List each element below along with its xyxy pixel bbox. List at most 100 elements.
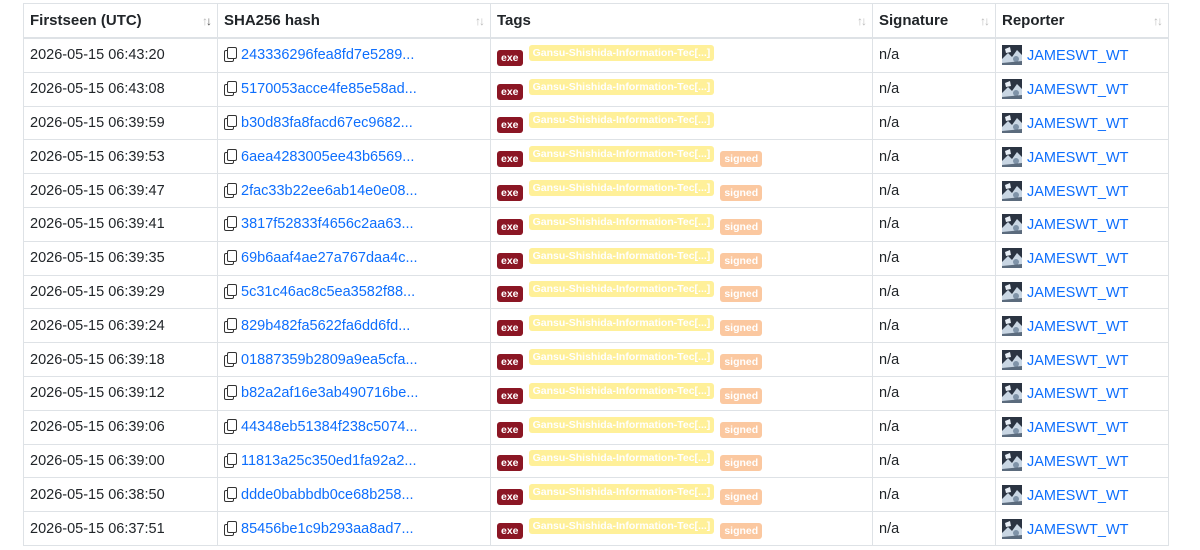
tag-badge-exe[interactable]: exe <box>497 489 523 506</box>
hash-link[interactable]: 243336296fea8fd7e5289... <box>241 47 414 63</box>
reporter-link[interactable]: JAMESWT_WT <box>1027 82 1129 98</box>
tag-badge-signed[interactable]: signed <box>720 387 763 404</box>
reporter-link[interactable]: JAMESWT_WT <box>1027 454 1129 470</box>
tag-badge-signed[interactable]: signed <box>720 252 763 269</box>
column-header-tags[interactable]: Tags ↑↓ <box>490 3 873 39</box>
hash-link[interactable]: 3817f52833f4656c2aa63... <box>241 216 414 232</box>
tags-cell: exe Gansu-Shishida-Information-Tec[...] … <box>490 443 873 479</box>
hash-link[interactable]: 69b6aaf4ae27a767daa4c... <box>241 250 418 266</box>
copy-icon[interactable] <box>224 250 237 266</box>
reporter-link[interactable]: JAMESWT_WT <box>1027 251 1129 267</box>
tag-badge-exe[interactable]: exe <box>497 354 523 371</box>
tag-badge-exe[interactable]: exe <box>497 49 523 66</box>
tag-badge-signed[interactable]: signed <box>720 489 763 506</box>
copy-icon[interactable] <box>224 520 237 536</box>
copy-icon[interactable] <box>224 81 237 97</box>
reporter-link[interactable]: JAMESWT_WT <box>1027 319 1129 335</box>
sort-arrows-icon[interactable]: ↑↓ <box>857 14 867 28</box>
tag-badge-organization[interactable]: Gansu-Shishida-Information-Tec[...] <box>528 281 715 298</box>
hash-link[interactable]: b30d83fa8facd67ec9682... <box>241 115 413 131</box>
column-header-firstseen[interactable]: Firstseen (UTC) ↑↓ <box>23 3 218 39</box>
tag-badge-exe[interactable]: exe <box>497 83 523 100</box>
reporter-link[interactable]: JAMESWT_WT <box>1027 48 1129 64</box>
copy-icon[interactable] <box>224 486 237 502</box>
tag-badge-signed[interactable]: signed <box>720 354 763 371</box>
tag-badge-organization[interactable]: Gansu-Shishida-Information-Tec[...] <box>528 146 715 163</box>
tag-badge-organization[interactable]: Gansu-Shishida-Information-Tec[...] <box>528 247 715 264</box>
tag-badge-signed[interactable]: signed <box>720 286 763 303</box>
reporter-link[interactable]: JAMESWT_WT <box>1027 285 1129 301</box>
tag-badge-organization[interactable]: Gansu-Shishida-Information-Tec[...] <box>528 44 715 61</box>
tag-badge-signed[interactable]: signed <box>720 218 763 235</box>
tag-badge-organization[interactable]: Gansu-Shishida-Information-Tec[...] <box>528 78 715 95</box>
hash-link[interactable]: 85456be1c9b293aa8ad7... <box>241 521 414 537</box>
reporter-link[interactable]: JAMESWT_WT <box>1027 217 1129 233</box>
reporter-link[interactable]: JAMESWT_WT <box>1027 420 1129 436</box>
copy-icon[interactable] <box>224 419 237 435</box>
hash-link[interactable]: 2fac33b22ee6ab14e0e08... <box>241 183 418 199</box>
sort-arrows-icon[interactable]: ↑↓ <box>475 14 485 28</box>
tag-badge-exe[interactable]: exe <box>497 151 523 168</box>
tag-badge-signed[interactable]: signed <box>720 523 763 540</box>
tag-badge-signed[interactable]: signed <box>720 151 763 168</box>
copy-icon[interactable] <box>224 283 237 299</box>
hash-link[interactable]: ddde0babbdb0ce68b258... <box>241 487 414 503</box>
tag-badge-exe[interactable]: exe <box>497 185 523 202</box>
hash-link[interactable]: 44348eb51384f238c5074... <box>241 419 418 435</box>
tag-badge-signed[interactable]: signed <box>720 421 763 438</box>
copy-icon[interactable] <box>224 182 237 198</box>
tag-badge-organization[interactable]: Gansu-Shishida-Information-Tec[...] <box>528 349 715 366</box>
copy-icon[interactable] <box>224 317 237 333</box>
hash-link[interactable]: 01887359b2809a9ea5cfa... <box>241 352 418 368</box>
tag-badge-organization[interactable]: Gansu-Shishida-Information-Tec[...] <box>528 484 715 501</box>
hash-link[interactable]: 11813a25c350ed1fa92a2... <box>241 453 417 469</box>
hash-link[interactable]: 5c31c46ac8c5ea3582f88... <box>241 284 415 300</box>
column-header-sha256-hash[interactable]: SHA256 hash ↑↓ <box>217 3 491 39</box>
reporter-avatar <box>1002 180 1022 201</box>
sort-arrows-icon[interactable]: ↑↓ <box>1153 14 1163 28</box>
tag-badge-exe[interactable]: exe <box>497 218 523 235</box>
tag-badge-signed[interactable]: signed <box>720 455 763 472</box>
tag-badge-organization[interactable]: Gansu-Shishida-Information-Tec[...] <box>528 213 715 230</box>
tag-badge-exe[interactable]: exe <box>497 252 523 269</box>
reporter-link[interactable]: JAMESWT_WT <box>1027 116 1129 132</box>
hash-link[interactable]: b82a2af16e3ab490716be... <box>241 385 418 401</box>
reporter-link[interactable]: JAMESWT_WT <box>1027 150 1129 166</box>
tag-badge-organization[interactable]: Gansu-Shishida-Information-Tec[...] <box>528 450 715 467</box>
sort-arrows-icon[interactable]: ↑↓ <box>202 14 212 28</box>
tag-badge-exe[interactable]: exe <box>497 286 523 303</box>
tag-badge-exe[interactable]: exe <box>497 523 523 540</box>
reporter-link[interactable]: JAMESWT_WT <box>1027 386 1129 402</box>
copy-icon[interactable] <box>224 385 237 401</box>
tag-badge-exe[interactable]: exe <box>497 387 523 404</box>
hash-link[interactable]: 829b482fa5622fa6dd6fd... <box>241 318 410 334</box>
tag-badge-signed[interactable]: signed <box>720 320 763 337</box>
reporter-link[interactable]: JAMESWT_WT <box>1027 488 1129 504</box>
copy-icon[interactable] <box>224 47 237 63</box>
copy-icon[interactable] <box>224 114 237 130</box>
tag-badge-exe[interactable]: exe <box>497 421 523 438</box>
tag-badge-exe[interactable]: exe <box>497 320 523 337</box>
hash-link[interactable]: 6aea4283005ee43b6569... <box>241 149 414 165</box>
tag-badge-organization[interactable]: Gansu-Shishida-Information-Tec[...] <box>528 112 715 129</box>
tag-badge-organization[interactable]: Gansu-Shishida-Information-Tec[...] <box>528 518 715 535</box>
reporter-link[interactable]: JAMESWT_WT <box>1027 184 1129 200</box>
sort-arrows-icon[interactable]: ↑↓ <box>980 14 990 28</box>
reporter-link[interactable]: JAMESWT_WT <box>1027 353 1129 369</box>
tag-badge-signed[interactable]: signed <box>720 185 763 202</box>
hash-link[interactable]: 5170053acce4fe85e58ad... <box>241 81 417 97</box>
tag-badge-exe[interactable]: exe <box>497 117 523 134</box>
reporter-link[interactable]: JAMESWT_WT <box>1027 522 1129 538</box>
copy-icon[interactable] <box>224 216 237 232</box>
column-header-reporter[interactable]: Reporter ↑↓ <box>995 3 1169 39</box>
tag-badge-organization[interactable]: Gansu-Shishida-Information-Tec[...] <box>528 382 715 399</box>
tag-badge-organization[interactable]: Gansu-Shishida-Information-Tec[...] <box>528 416 715 433</box>
reporter-cell: JAMESWT_WT <box>995 511 1169 546</box>
column-header-signature[interactable]: Signature ↑↓ <box>872 3 996 39</box>
copy-icon[interactable] <box>224 351 237 367</box>
tag-badge-exe[interactable]: exe <box>497 455 523 472</box>
tag-badge-organization[interactable]: Gansu-Shishida-Information-Tec[...] <box>528 315 715 332</box>
tag-badge-organization[interactable]: Gansu-Shishida-Information-Tec[...] <box>528 180 715 197</box>
copy-icon[interactable] <box>224 148 237 164</box>
copy-icon[interactable] <box>224 452 237 468</box>
